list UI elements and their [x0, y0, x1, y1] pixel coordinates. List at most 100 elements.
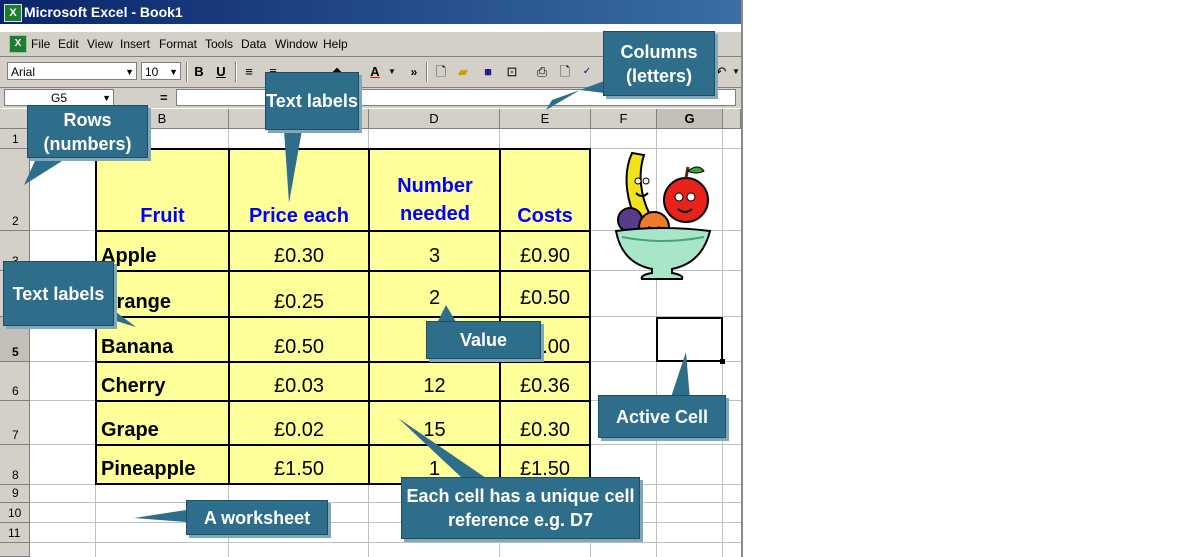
row-header-12[interactable]	[0, 543, 30, 557]
column-header-g[interactable]: G	[657, 109, 723, 129]
header-cell[interactable]: Number needed	[370, 150, 501, 232]
bold-button[interactable]: B	[190, 63, 208, 81]
rows-callout: Rows (numbers)	[27, 105, 148, 158]
fruit-cell[interactable]: Apple	[97, 232, 230, 272]
menu-tools[interactable]: Tools	[205, 37, 233, 51]
formula-equals-label: =	[160, 90, 168, 105]
row-header-8[interactable]: 8	[0, 445, 30, 485]
cost-cell[interactable]: £0.50	[501, 272, 589, 318]
font-name-combo[interactable]: Arial ▼	[7, 62, 137, 80]
fruit-name: Cherry	[101, 375, 166, 397]
toolbar-separator	[426, 62, 428, 82]
fruit-bowl-clipart	[614, 151, 712, 280]
column-header-e[interactable]: E	[500, 109, 591, 129]
row-header-2[interactable]: 2	[0, 149, 30, 231]
spelling-icon[interactable]: ✓	[578, 63, 596, 81]
menu-help[interactable]: Help	[323, 37, 348, 51]
number-cell[interactable]: 3	[370, 232, 501, 272]
new-document-icon[interactable]: 🗋	[432, 63, 450, 81]
row-number: 9	[12, 486, 19, 500]
menu-insert[interactable]: Insert	[120, 37, 150, 51]
menu-format[interactable]: Format	[159, 37, 197, 51]
window-title: Microsoft Excel - Book1	[24, 4, 183, 20]
header-price: Price each	[248, 205, 350, 227]
fruit-cell[interactable]: Pineapple	[97, 446, 230, 483]
value-callout: Value	[426, 321, 541, 359]
row-header-10[interactable]: 10	[0, 503, 30, 523]
cost-cell[interactable]: £0.90	[501, 232, 589, 272]
font-size-combo[interactable]: 10 ▼	[141, 62, 181, 80]
menu-file[interactable]: File	[31, 37, 50, 51]
menu-window[interactable]: Window	[275, 37, 318, 51]
price-cell[interactable]: £1.50	[230, 446, 370, 483]
number-value: 2	[428, 287, 441, 309]
align-left-icon[interactable]: ≡	[240, 63, 258, 81]
font-color-button[interactable]: A	[366, 63, 384, 81]
price-cell[interactable]: £0.25	[230, 272, 370, 318]
chevron-down-icon[interactable]: ▼	[383, 63, 401, 81]
fruit-cell[interactable]: Orange	[97, 272, 230, 318]
number-cell[interactable]: 2	[370, 272, 501, 318]
row-header-7[interactable]: 7	[0, 401, 30, 445]
price-value: £0.02	[273, 419, 325, 441]
fruit-cell[interactable]: Cherry	[97, 363, 230, 402]
number-cell[interactable]: 15	[370, 402, 501, 446]
cost-value: £0.50	[519, 287, 571, 309]
underline-button[interactable]: U	[212, 63, 230, 81]
price-value: £0.30	[273, 245, 325, 267]
name-box-value: G5	[50, 91, 67, 105]
row-number: 10	[8, 506, 22, 520]
fruit-name: Grape	[101, 419, 159, 441]
print-preview-icon[interactable]: 🗋	[556, 63, 574, 81]
gridline	[30, 542, 741, 543]
select-all-corner[interactable]	[0, 109, 30, 129]
font-size-value: 10	[145, 65, 159, 79]
permission-icon[interactable]: ⊡	[503, 63, 521, 81]
cost-value: £0.36	[519, 375, 571, 397]
fruit-cell[interactable]: Banana	[97, 318, 230, 363]
cost-cell[interactable]: £0.36	[501, 363, 589, 402]
row-number: 5	[12, 345, 19, 359]
cost-cell[interactable]: £0.30	[501, 402, 589, 446]
print-icon[interactable]: ⎙	[533, 63, 551, 81]
price-cell[interactable]: £0.03	[230, 363, 370, 402]
price-cell[interactable]: £0.50	[230, 318, 370, 363]
menu-view[interactable]: View	[87, 37, 113, 51]
worksheet-callout: A worksheet	[186, 500, 328, 535]
cost-value: £0.90	[519, 245, 571, 267]
number-value: 15	[423, 419, 446, 441]
column-header-d[interactable]: D	[369, 109, 500, 129]
price-cell[interactable]: £0.30	[230, 232, 370, 272]
workbook-icon[interactable]: X	[9, 35, 27, 53]
fruit-cell[interactable]: Grape	[97, 402, 230, 446]
header-cell[interactable]: Price each	[230, 150, 370, 232]
row-header-9[interactable]: 9	[0, 485, 30, 503]
row-header-11[interactable]: 11	[0, 523, 30, 543]
fill-handle[interactable]	[720, 359, 725, 364]
price-value: £0.50	[273, 336, 325, 358]
chevron-down-icon[interactable]: ▼	[169, 63, 178, 81]
header-cell[interactable]: Fruit	[97, 150, 230, 232]
menu-edit[interactable]: Edit	[58, 37, 79, 51]
name-box[interactable]: G5 ▼	[4, 89, 114, 106]
number-cell[interactable]: 12	[370, 363, 501, 402]
header-cell[interactable]: Costs	[501, 150, 589, 232]
toolbar-options-button[interactable]: »	[405, 63, 423, 81]
chevron-down-icon[interactable]: ▼	[727, 63, 741, 81]
column-header-f[interactable]: F	[591, 109, 657, 129]
price-value: £0.03	[273, 375, 325, 397]
excel-app-icon[interactable]: X	[4, 4, 22, 22]
open-folder-icon[interactable]: ▰	[454, 63, 472, 81]
chevron-down-icon[interactable]: ▼	[125, 63, 134, 81]
column-header-h[interactable]	[723, 109, 741, 129]
font-name-value: Arial	[11, 65, 36, 79]
row-header-1[interactable]: 1	[0, 129, 30, 149]
price-cell[interactable]: £0.02	[230, 402, 370, 446]
number-value: 12	[423, 375, 446, 397]
save-icon[interactable]: ■	[479, 63, 497, 81]
menu-data[interactable]: Data	[241, 37, 266, 51]
price-value: £1.50	[273, 458, 325, 480]
row-header-6[interactable]: 6	[0, 362, 30, 401]
active-cell-g5[interactable]	[656, 317, 725, 364]
toolbar-separator	[235, 62, 237, 82]
